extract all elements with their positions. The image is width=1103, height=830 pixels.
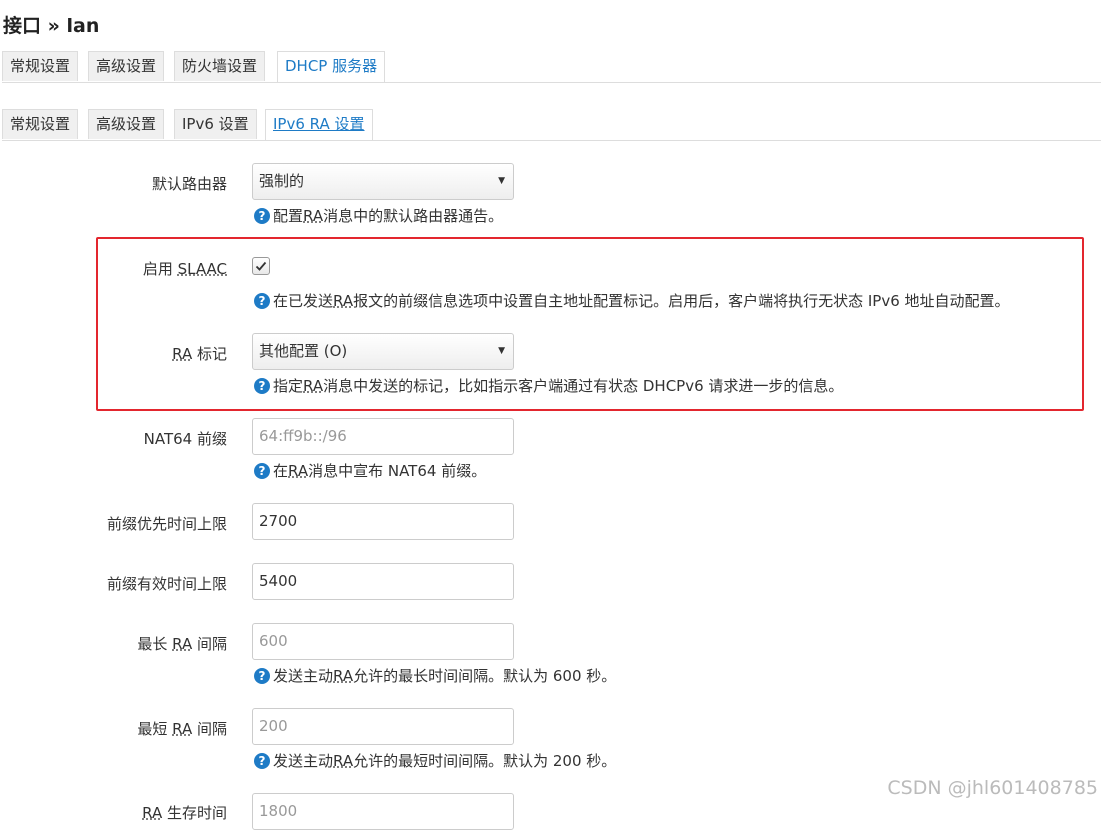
ra-lifetime-input[interactable]: 1800 [252, 793, 514, 830]
help-text-prefix: 发送主动 [273, 667, 334, 685]
ra-flags-help: ? 指定 RA 消息中发送的标记，比如指示客户端通过有状态 DHCPv6 请求进… [254, 375, 843, 396]
valid-lifetime-input[interactable]: 5400 [252, 563, 514, 600]
min-interval-help: ? 发送主动 RA 允许的最短时间间隔。默认为 200 秒。 [254, 750, 616, 771]
valid-lifetime-label: 前缀有效时间上限 [106, 575, 227, 593]
sub-tabs: 常规设置 高级设置 IPv6 设置 IPv6 RA 设置 [2, 109, 1101, 141]
ra-flags-value: 其他配置 (O) [259, 342, 348, 360]
watermark: CSDN @jhl601408785 [887, 777, 1098, 799]
slaac-checkbox[interactable] [252, 257, 270, 275]
help-text-prefix: 发送主动 [273, 752, 334, 770]
subtab-general[interactable]: 常规设置 [2, 109, 79, 139]
tab-firewall[interactable]: 防火墙设置 [174, 51, 266, 81]
help-text-abbr: RA [303, 376, 324, 395]
max-interval-label-abbr: RA [172, 635, 193, 653]
nat64-label: NAT64 前缀 [143, 430, 227, 448]
max-interval-label: 最长 RA 间隔 [0, 633, 227, 654]
slaac-label: 启用 SLAAC [0, 258, 227, 279]
default-router-label: 默认路由器 [151, 175, 227, 193]
help-text-abbr: RA [288, 461, 309, 480]
pref-lifetime-input[interactable]: 2700 [252, 503, 514, 540]
default-router-select[interactable]: 强制的 ▼ [252, 163, 514, 200]
default-router-value: 强制的 [259, 172, 305, 190]
help-text-suffix: 消息中的默认路由器通告。 [323, 207, 504, 225]
caret-down-icon: ▼ [498, 176, 505, 186]
caret-down-icon: ▼ [498, 346, 505, 356]
min-interval-label: 最短 RA 间隔 [0, 718, 227, 739]
help-text-prefix: 指定 [273, 377, 304, 395]
page-title: 接口 » lan [3, 15, 100, 37]
ra-lifetime-label-abbr: RA [142, 804, 163, 822]
question-circle-icon: ? [254, 752, 270, 769]
tab-general[interactable]: 常规设置 [2, 51, 79, 81]
question-circle-icon: ? [254, 377, 270, 394]
pref-lifetime-label: 前缀优先时间上限 [106, 515, 227, 533]
help-text-suffix: 消息中宣布 NAT64 前缀。 [308, 462, 487, 480]
ra-flags-label-abbr: RA [172, 345, 193, 363]
max-interval-help: ? 发送主动 RA 允许的最长时间间隔。默认为 600 秒。 [254, 665, 616, 686]
tab-advanced[interactable]: 高级设置 [88, 51, 165, 81]
ra-lifetime-label: RA 生存时间 [0, 802, 227, 823]
help-text-suffix: 允许的最短时间间隔。默认为 200 秒。 [353, 752, 617, 770]
subtab-ipv6-ra[interactable]: IPv6 RA 设置 [265, 109, 373, 140]
ra-lifetime-label-suffix: 生存时间 [162, 804, 227, 822]
subtab-ipv6[interactable]: IPv6 设置 [174, 109, 257, 139]
question-circle-icon: ? [254, 462, 270, 479]
question-circle-icon: ? [254, 667, 270, 684]
min-interval-input[interactable]: 200 [252, 708, 514, 745]
checkmark-icon [255, 261, 267, 271]
help-text-abbr: RA [333, 291, 354, 310]
help-text-prefix: 配置 [273, 207, 304, 225]
ra-flags-label: RA 标记 [0, 343, 227, 364]
ra-flags-label-suffix: 标记 [192, 345, 227, 363]
max-interval-label-suffix: 间隔 [192, 635, 227, 653]
help-text-suffix: 消息中发送的标记，比如指示客户端通过有状态 DHCPv6 请求进一步的信息。 [323, 377, 844, 395]
max-interval-input[interactable]: 600 [252, 623, 514, 660]
question-circle-icon: ? [254, 292, 270, 309]
help-text-suffix: 报文的前缀信息选项中设置自主地址配置标记。启用后，客户端将执行无状态 IPv6 … [353, 292, 1010, 310]
help-text-prefix: 在已发送 [273, 292, 334, 310]
slaac-help: ? 在已发送 RA 报文的前缀信息选项中设置自主地址配置标记。启用后，客户端将执… [254, 290, 1010, 311]
subtab-advanced[interactable]: 高级设置 [88, 109, 165, 139]
nat64-help: ? 在 RA 消息中宣布 NAT64 前缀。 [254, 460, 486, 481]
question-circle-icon: ? [254, 207, 270, 224]
ra-flags-select[interactable]: 其他配置 (O) ▼ [252, 333, 514, 370]
help-text-prefix: 在 [273, 462, 289, 480]
help-text-abbr: RA [333, 751, 354, 770]
min-interval-label-abbr: RA [172, 720, 193, 738]
slaac-label-prefix: 启用 [142, 260, 178, 278]
max-interval-label-prefix: 最长 [137, 635, 173, 653]
tab-dhcp-server[interactable]: DHCP 服务器 [277, 51, 386, 82]
help-text-abbr: RA [333, 666, 354, 685]
min-interval-label-prefix: 最短 [137, 720, 173, 738]
min-interval-label-suffix: 间隔 [192, 720, 227, 738]
default-router-help: ? 配置 RA 消息中的默认路由器通告。 [254, 205, 503, 226]
nat64-input[interactable]: 64:ff9b::/96 [252, 418, 514, 455]
help-text-suffix: 允许的最长时间间隔。默认为 600 秒。 [353, 667, 617, 685]
main-tabs: 常规设置 高级设置 防火墙设置 DHCP 服务器 [2, 51, 1101, 83]
help-text-abbr: RA [303, 206, 324, 225]
slaac-label-abbr: SLAAC [177, 260, 227, 278]
